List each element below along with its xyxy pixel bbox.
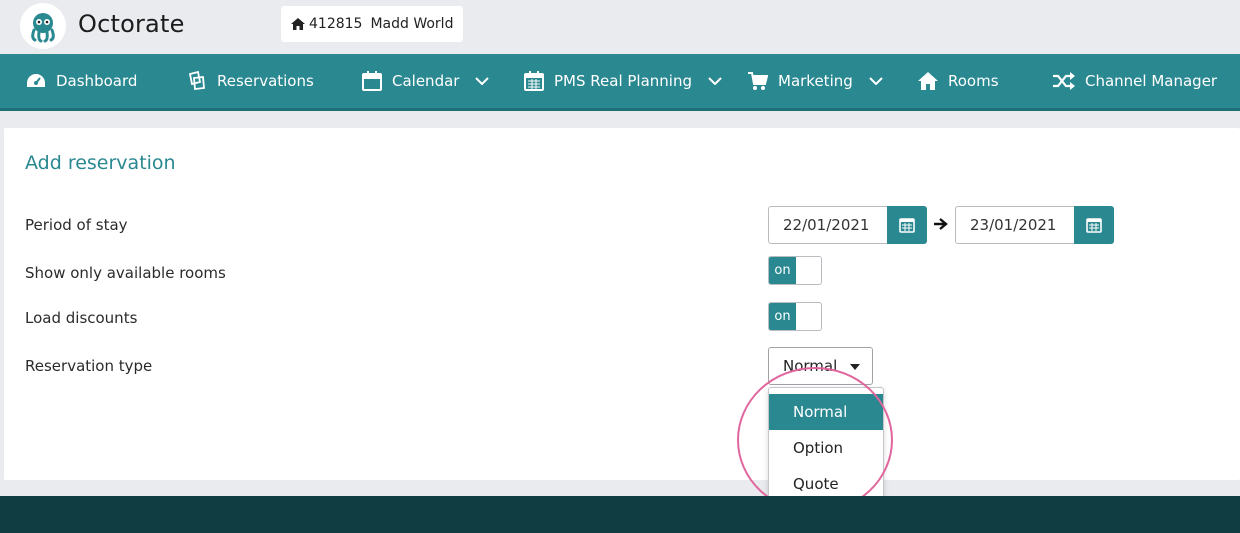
nav-label-rooms: Rooms xyxy=(948,72,999,90)
date-from-input[interactable]: 22/01/2021 xyxy=(768,206,888,244)
dashboard-icon xyxy=(26,72,46,90)
calendar-icon xyxy=(362,71,382,91)
page-title: Add reservation xyxy=(25,152,176,174)
octorate-logo[interactable] xyxy=(20,3,66,49)
calendar-icon xyxy=(1086,217,1102,233)
nav-item-dashboard[interactable]: Dashboard xyxy=(26,54,137,108)
nav-item-calendar[interactable]: Calendar xyxy=(362,54,490,108)
arrow-right-icon xyxy=(934,217,948,231)
calendar-icon xyxy=(899,217,915,233)
property-selector[interactable]: 412815 Madd World xyxy=(281,6,464,42)
available-rooms-label: Show only available rooms xyxy=(25,264,226,282)
octopus-logo-icon xyxy=(31,13,55,43)
toggle-on-label: on xyxy=(769,303,796,330)
chevron-down-icon xyxy=(475,77,490,85)
nav-item-channel-manager[interactable]: Channel Manager xyxy=(1053,54,1217,108)
property-name: Madd World xyxy=(370,16,454,32)
chevron-down-icon xyxy=(708,77,722,85)
nav-label-dashboard: Dashboard xyxy=(56,72,138,90)
load-discounts-toggle[interactable]: on xyxy=(768,302,822,331)
home-icon xyxy=(918,72,938,90)
caret-down-icon xyxy=(850,364,860,370)
footer-bar xyxy=(0,496,1240,533)
date-to-input[interactable]: 23/01/2021 xyxy=(955,206,1075,244)
load-discounts-label: Load discounts xyxy=(25,309,138,327)
reservations-icon xyxy=(187,71,207,91)
date-to-calendar-button[interactable] xyxy=(1074,206,1114,244)
chevron-down-icon xyxy=(869,77,883,85)
toggle-on-label: on xyxy=(769,257,796,284)
nav-label-reservations: Reservations xyxy=(217,72,314,90)
date-from-calendar-button[interactable] xyxy=(887,206,927,244)
period-of-stay-label: Period of stay xyxy=(25,216,128,234)
nav-label-channel-manager: Channel Manager xyxy=(1085,72,1218,90)
home-icon xyxy=(291,18,305,30)
available-rooms-toggle[interactable]: on xyxy=(768,256,822,285)
nav-label-calendar: Calendar xyxy=(392,72,460,90)
add-reservation-card: Add reservation Period of stay 22/01/202… xyxy=(4,128,1240,510)
nav-item-reservations[interactable]: Reservations xyxy=(187,54,314,108)
nav-item-marketing[interactable]: Marketing xyxy=(748,54,883,108)
nav-label-pms-real-planning: PMS Real Planning xyxy=(554,72,692,90)
cart-icon xyxy=(748,71,768,91)
brand-name: Octorate xyxy=(78,10,185,38)
planning-calendar-icon xyxy=(524,71,544,91)
nav-item-rooms[interactable]: Rooms xyxy=(918,54,999,108)
main-nav: Dashboard Reservations Calendar PMS Real… xyxy=(0,54,1240,111)
nav-label-marketing: Marketing xyxy=(778,72,853,90)
top-bar: Octorate 412815 Madd World xyxy=(0,0,1240,54)
reservation-type-label: Reservation type xyxy=(25,357,153,375)
property-id: 412815 xyxy=(309,16,363,32)
highlight-annotation-circle xyxy=(737,367,893,513)
shuffle-icon xyxy=(1053,72,1075,90)
nav-item-pms-real-planning[interactable]: PMS Real Planning xyxy=(524,54,722,108)
